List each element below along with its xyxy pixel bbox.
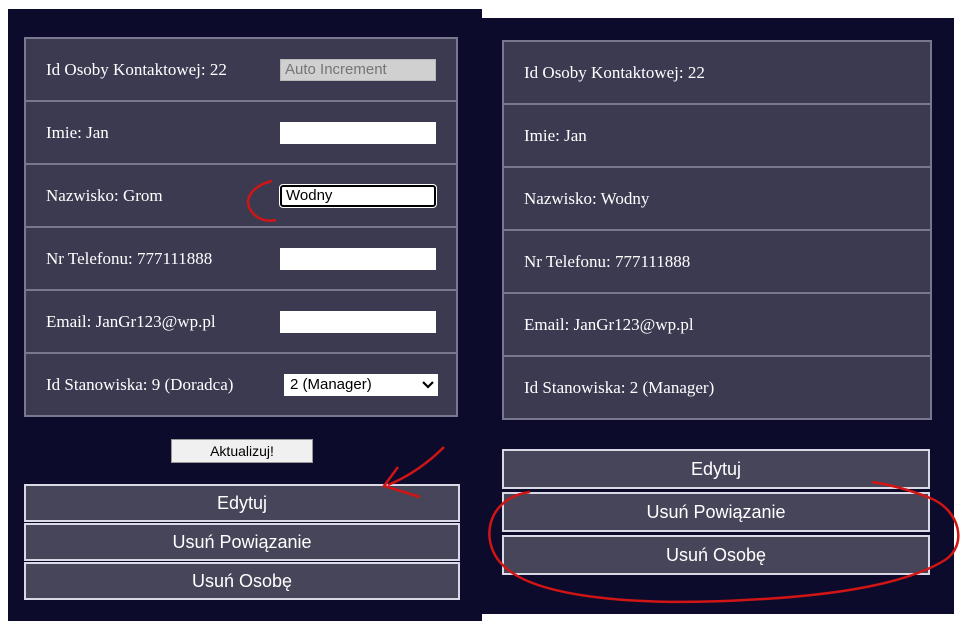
edit-button[interactable]: Edytuj xyxy=(502,449,930,489)
position-select[interactable]: 2 (Manager) xyxy=(284,373,438,396)
edit-button[interactable]: Edytuj xyxy=(24,484,460,522)
remove-link-button[interactable]: Usuń Powiązanie xyxy=(502,492,930,532)
details-email: Email: JanGr123@wp.pl xyxy=(502,292,932,357)
form-row-email: Email: JanGr123@wp.pl xyxy=(24,289,458,354)
email-input[interactable] xyxy=(280,310,436,333)
details-position: Id Stanowiska: 2 (Manager) xyxy=(502,355,932,420)
chevron-down-icon xyxy=(422,380,434,389)
form-row-phone: Nr Telefonu: 777111888 xyxy=(24,226,458,291)
remove-person-button[interactable]: Usuń Osobę xyxy=(24,562,460,600)
details-last-name: Nazwisko: Wodny xyxy=(502,166,932,231)
form-row-position: Id Stanowiska: 9 (Doradca) 2 (Manager) xyxy=(24,352,458,417)
edit-form-panel: Id Osoby Kontaktowej: 22 Imie: Jan Nazwi… xyxy=(8,9,482,621)
update-button[interactable]: Aktualizuj! xyxy=(171,439,313,463)
details-row: Id Stanowiska: 2 (Manager) xyxy=(502,355,932,420)
details-view-panel: Id Osoby Kontaktowej: 22 Imie: Jan Nazwi… xyxy=(482,18,954,614)
form-row-last-name: Nazwisko: Grom xyxy=(24,163,458,228)
phone-input[interactable] xyxy=(280,247,436,270)
email-label: Email: JanGr123@wp.pl xyxy=(46,311,216,331)
first-name-input[interactable] xyxy=(280,121,436,144)
first-name-label: Imie: Jan xyxy=(46,122,109,142)
details-row: Imie: Jan xyxy=(502,103,932,168)
details-row: Nazwisko: Wodny xyxy=(502,166,932,231)
details-phone: Nr Telefonu: 777111888 xyxy=(502,229,932,294)
remove-person-button[interactable]: Usuń Osobę xyxy=(502,535,930,575)
details-row: Email: JanGr123@wp.pl xyxy=(502,292,932,357)
details-row: Nr Telefonu: 777111888 xyxy=(502,229,932,294)
position-label: Id Stanowiska: 9 (Doradca) xyxy=(46,374,234,394)
form-row-first-name: Imie: Jan xyxy=(24,100,458,165)
phone-label: Nr Telefonu: 777111888 xyxy=(46,248,213,268)
details-first-name: Imie: Jan xyxy=(502,103,932,168)
last-name-label: Nazwisko: Grom xyxy=(46,185,163,205)
edit-form-table: Id Osoby Kontaktowej: 22 Imie: Jan Nazwi… xyxy=(24,37,458,417)
details-row: Id Osoby Kontaktowej: 22 xyxy=(502,40,932,105)
remove-link-button[interactable]: Usuń Powiązanie xyxy=(24,523,460,561)
form-row-id: Id Osoby Kontaktowej: 22 xyxy=(24,37,458,102)
last-name-input[interactable] xyxy=(279,183,437,208)
details-table: Id Osoby Kontaktowej: 22 Imie: Jan Nazwi… xyxy=(502,40,932,420)
details-id: Id Osoby Kontaktowej: 22 xyxy=(502,40,932,105)
position-select-value: 2 (Manager) xyxy=(290,376,372,393)
id-input xyxy=(280,58,436,81)
id-label: Id Osoby Kontaktowej: 22 xyxy=(46,59,227,79)
